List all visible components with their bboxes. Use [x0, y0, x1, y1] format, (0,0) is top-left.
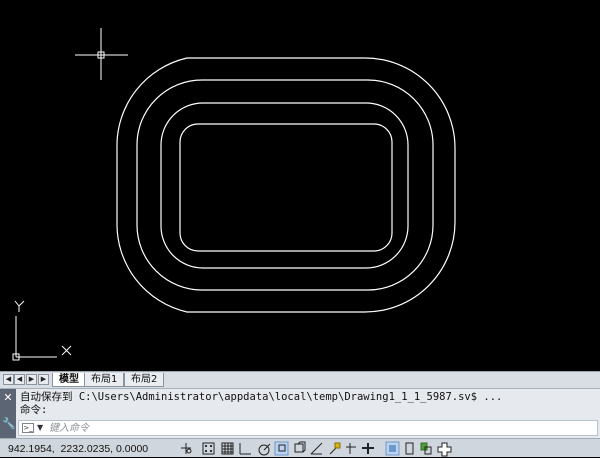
dynamic-ucs-icon[interactable] [329, 442, 341, 455]
crosshair-cursor-icon [75, 28, 128, 80]
last-layout-button[interactable]: ▶ [38, 374, 49, 385]
grid-display-icon[interactable] [221, 442, 234, 455]
ortho-mode-icon[interactable] [239, 443, 251, 455]
innermost-rounded-rectangle [179, 123, 393, 252]
history-line: 命令: [20, 404, 48, 416]
model-space-canvas[interactable] [0, 0, 600, 371]
lineweight-icon[interactable] [362, 443, 374, 454]
drawing-geometry [12, 28, 456, 361]
command-prompt-icon[interactable]: >_ [22, 423, 34, 433]
customize-wrench-icon[interactable]: 🔧 [2, 418, 16, 430]
3d-object-snap-icon[interactable] [294, 441, 306, 453]
snap-mode-icon[interactable] [202, 442, 215, 455]
command-history: 自动保存到 C:\Users\Administrator\appdata\loc… [20, 391, 595, 417]
selection-cycling-icon[interactable] [420, 442, 432, 455]
tab-layout2[interactable]: 布局2 [124, 373, 165, 387]
tab-layout1[interactable]: 布局1 [84, 373, 125, 387]
previous-layout-button[interactable]: ◀ [14, 374, 25, 385]
command-window-sidebar: ✕ 🔧 [0, 389, 16, 438]
status-toolbar [181, 441, 452, 457]
object-snap-icon[interactable] [274, 441, 289, 456]
history-line: 自动保存到 C:\Users\Administrator\appdata\loc… [20, 391, 503, 403]
next-layout-button[interactable]: ▶ [26, 374, 37, 385]
tab-model[interactable]: 模型 [52, 373, 86, 387]
polar-tracking-icon[interactable] [258, 443, 271, 456]
command-input[interactable] [49, 421, 589, 435]
quick-properties-icon[interactable] [405, 442, 414, 455]
close-icon[interactable]: ✕ [2, 392, 14, 404]
status-bar: 942.1954, 2232.0235, 0.0000 [0, 438, 600, 457]
annotation-monitor-icon[interactable] [437, 442, 452, 457]
command-line[interactable]: >_ ▼ [18, 420, 598, 436]
middle-rounded-rectangle [136, 79, 434, 291]
first-layout-button[interactable]: ◀ [3, 374, 14, 385]
ucs-icon [12, 300, 72, 361]
dynamic-input-icon[interactable] [346, 443, 356, 454]
recent-commands-dropdown-icon[interactable]: ▼ [37, 423, 43, 432]
inner-rounded-rectangle [160, 102, 409, 269]
command-window: ✕ 🔧 自动保存到 C:\Users\Administrator\appdata… [0, 388, 600, 438]
layout-tab-bar: ◀ ◀ ▶ ▶ 模型 布局1 布局2 [0, 371, 600, 388]
infer-constraints-icon[interactable] [181, 443, 192, 454]
outer-rounded-rectangle [116, 57, 456, 313]
object-snap-tracking-icon[interactable] [310, 442, 323, 455]
